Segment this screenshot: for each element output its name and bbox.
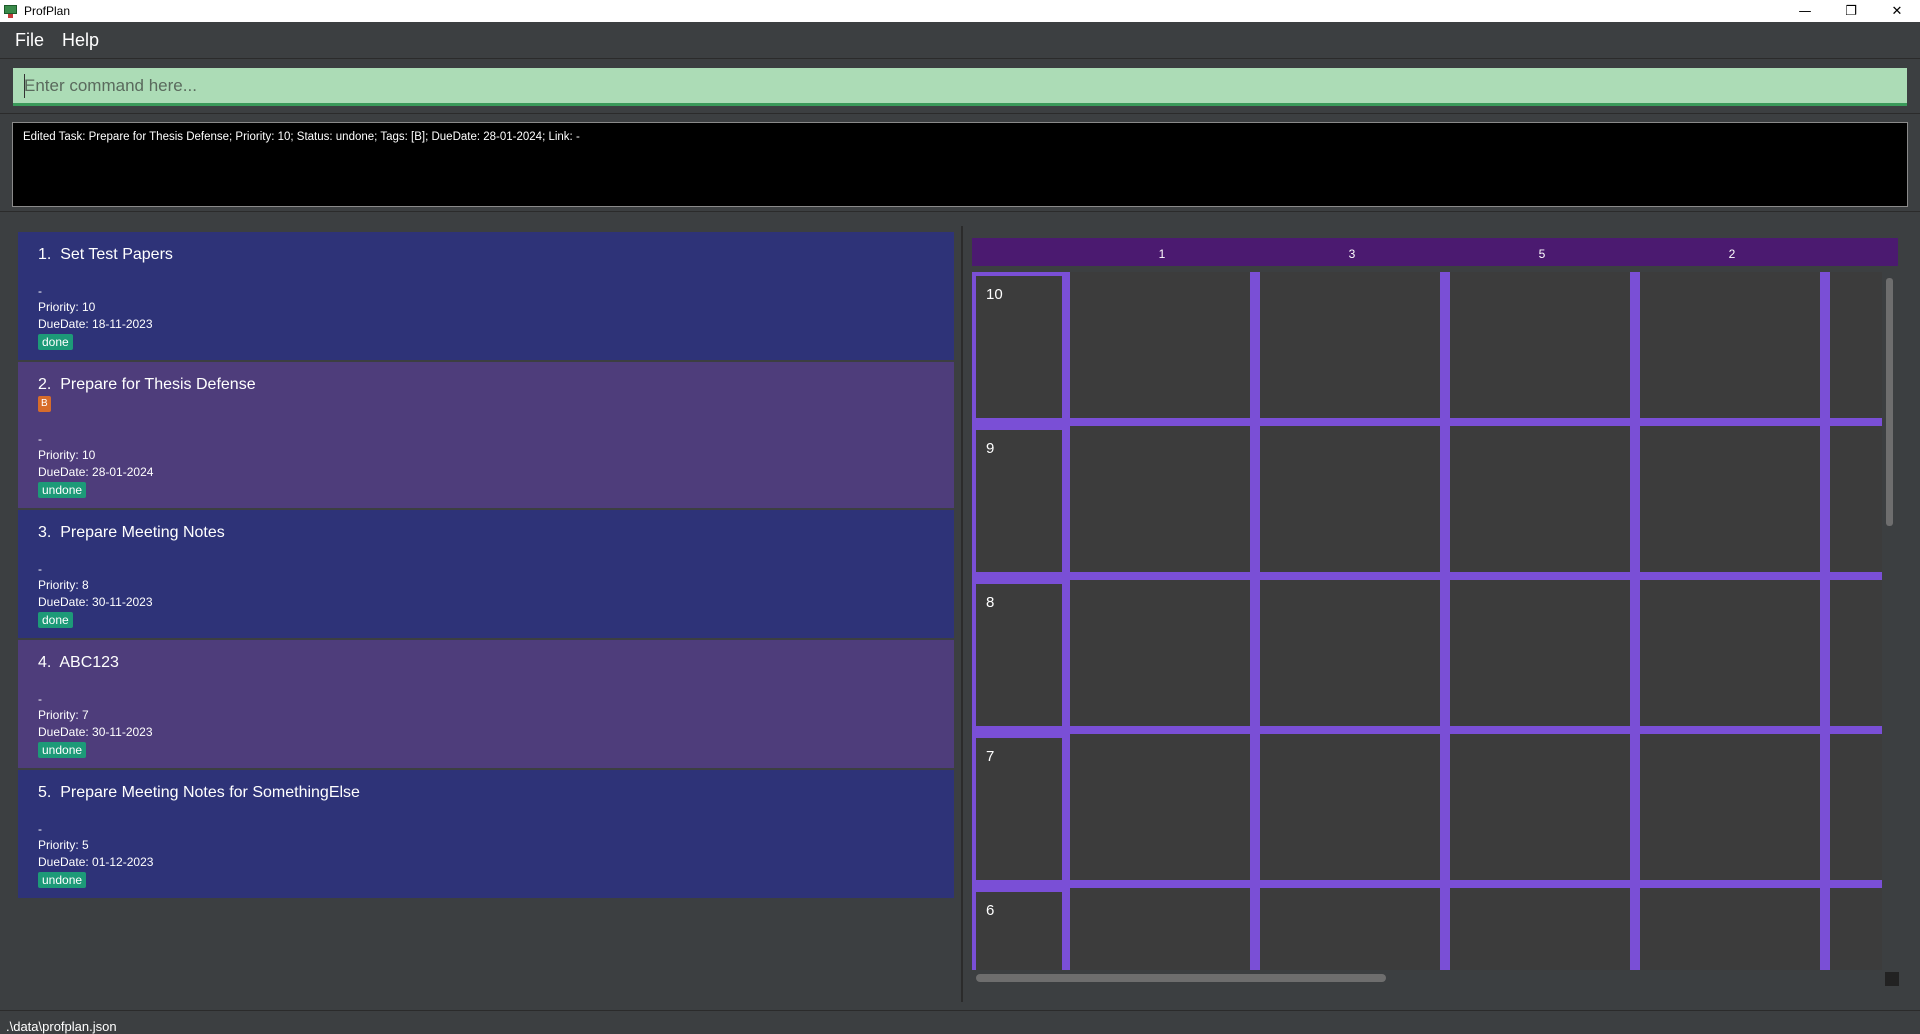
scroll-corner — [1885, 972, 1899, 986]
command-box — [0, 58, 1920, 114]
status-bar: .\data\profplan.json — [0, 1010, 1920, 1034]
grid-cell[interactable] — [1830, 426, 1882, 572]
grid-row-label-cell: 10 — [976, 276, 1062, 418]
grid-header: 1 3 5 2 — [972, 238, 1898, 266]
grid-cell[interactable] — [1640, 888, 1820, 970]
priority-grid[interactable]: 10 9 8 7 6 — [972, 272, 1882, 970]
grid-cell[interactable] — [1830, 734, 1882, 880]
grid-cell[interactable] — [1260, 888, 1440, 970]
grid-cell[interactable] — [1450, 426, 1630, 572]
grid-cell[interactable] — [1450, 272, 1630, 418]
grid-column-header: 2 — [1728, 247, 1736, 261]
grid-cell[interactable] — [1260, 272, 1440, 418]
task-status-badge: undone — [38, 482, 87, 498]
task-status-badge: undone — [38, 872, 87, 888]
task-name: 2. Prepare for Thesis Defense — [38, 376, 256, 393]
horizontal-scrollbar[interactable] — [972, 970, 1882, 986]
vertical-scrollbar[interactable] — [1882, 272, 1896, 970]
task-priority: Priority: 10 — [38, 448, 96, 462]
grid-cell[interactable] — [1450, 888, 1630, 970]
grid-column-header: 1 — [1158, 247, 1166, 261]
grid-row-label: 10 — [986, 286, 1003, 303]
task-link: - — [38, 562, 42, 576]
task-link: - — [38, 692, 42, 706]
grid-row-label: 8 — [986, 594, 995, 611]
task-due-date: DueDate: 18-11-2023 — [38, 317, 153, 331]
menu-bar: File Help — [0, 22, 1920, 58]
grid-row-label-cell: 7 — [976, 738, 1062, 880]
task-name: 4. ABC123 — [38, 654, 119, 671]
window-controls: — ❐ ✕ — [1782, 0, 1920, 22]
task-name: 5. Prepare Meeting Notes for SomethingEl… — [38, 784, 360, 801]
vertical-scroll-thumb[interactable] — [1886, 278, 1893, 526]
grid-column-header: 3 — [1348, 247, 1356, 261]
grid-cell[interactable] — [1070, 580, 1250, 726]
task-link: - — [38, 822, 42, 836]
grid-row-label-cell: 9 — [976, 430, 1062, 572]
title-bar: ProfPlan — ❐ ✕ — [0, 0, 1920, 22]
task-name: 3. Prepare Meeting Notes — [38, 524, 225, 541]
grid-cell[interactable] — [1830, 580, 1882, 726]
text-caret — [24, 74, 25, 98]
task-link: - — [38, 432, 42, 446]
task-card[interactable]: 2. Prepare for Thesis Defense B - Priority:… — [18, 362, 954, 508]
command-input[interactable] — [13, 68, 1907, 106]
grid-row-label: 9 — [986, 440, 995, 457]
task-status-badge: done — [38, 334, 73, 350]
priority-grid-panel: 1 3 5 2 10 9 8 7 6 — [962, 226, 1908, 1002]
task-priority: Priority: 7 — [38, 708, 89, 722]
task-card[interactable]: 4. ABC123 - Priority: 7 DueDate: 30-11-2023… — [18, 640, 954, 768]
grid-cell[interactable] — [1450, 734, 1630, 880]
grid-row-label-cell: 8 — [976, 584, 1062, 726]
result-display[interactable]: Edited Task: Prepare for Thesis Defense;… — [12, 122, 1908, 207]
minimize-button[interactable]: — — [1782, 0, 1828, 22]
grid-cell[interactable] — [1450, 580, 1630, 726]
task-due-date: DueDate: 30-11-2023 — [38, 725, 153, 739]
grid-cell[interactable] — [1640, 734, 1820, 880]
grid-cell[interactable] — [1640, 580, 1820, 726]
grid-cell[interactable] — [1640, 272, 1820, 418]
task-priority: Priority: 8 — [38, 578, 89, 592]
grid-cell[interactable] — [1070, 888, 1250, 970]
task-priority: Priority: 10 — [38, 300, 96, 314]
grid-cell[interactable] — [1640, 426, 1820, 572]
grid-row-label: 7 — [986, 748, 995, 765]
grid-cell[interactable] — [1260, 426, 1440, 572]
restore-button[interactable]: ❐ — [1828, 0, 1874, 22]
grid-cell[interactable] — [1070, 272, 1250, 418]
task-due-date: DueDate: 28-01-2024 — [38, 465, 154, 479]
menu-file[interactable]: File — [6, 30, 53, 51]
task-priority: Priority: 5 — [38, 838, 89, 852]
task-tag: B — [38, 396, 51, 412]
task-name: 1. Set Test Papers — [38, 246, 173, 263]
task-card[interactable]: 5. Prepare Meeting Notes for SomethingEl… — [18, 770, 954, 898]
menu-help[interactable]: Help — [53, 30, 108, 51]
grid-cell[interactable] — [1830, 272, 1882, 418]
grid-cell[interactable] — [1260, 734, 1440, 880]
task-card[interactable]: 3. Prepare Meeting Notes - Priority: 8 DueD… — [18, 510, 954, 638]
close-button[interactable]: ✕ — [1874, 0, 1920, 22]
task-due-date: DueDate: 01-12-2023 — [38, 855, 154, 869]
grid-cell[interactable] — [1260, 580, 1440, 726]
grid-row-label-cell: 6 — [976, 892, 1062, 970]
grid-cell[interactable] — [1070, 426, 1250, 572]
task-status-badge: done — [38, 612, 73, 628]
horizontal-scroll-thumb[interactable] — [976, 974, 1386, 982]
grid-column-header: 5 — [1538, 247, 1546, 261]
grid-cell[interactable] — [1830, 888, 1882, 970]
task-card[interactable]: 1. Set Test Papers - Priority: 10 DueDate: … — [18, 232, 954, 360]
app-icon — [3, 3, 19, 19]
result-display-panel: Edited Task: Prepare for Thesis Defense;… — [0, 114, 1920, 212]
result-text: Edited Task: Prepare for Thesis Defense;… — [23, 131, 580, 143]
window-title: ProfPlan — [24, 4, 71, 18]
task-status-badge: undone — [38, 742, 87, 758]
task-link: - — [38, 284, 42, 298]
task-list-panel[interactable]: 1. Set Test Papers - Priority: 10 DueDate: … — [12, 226, 962, 1002]
grid-row-label: 6 — [986, 902, 995, 919]
data-file-path: .\data\profplan.json — [6, 1019, 117, 1034]
grid-cell[interactable] — [1070, 734, 1250, 880]
task-due-date: DueDate: 30-11-2023 — [38, 595, 153, 609]
